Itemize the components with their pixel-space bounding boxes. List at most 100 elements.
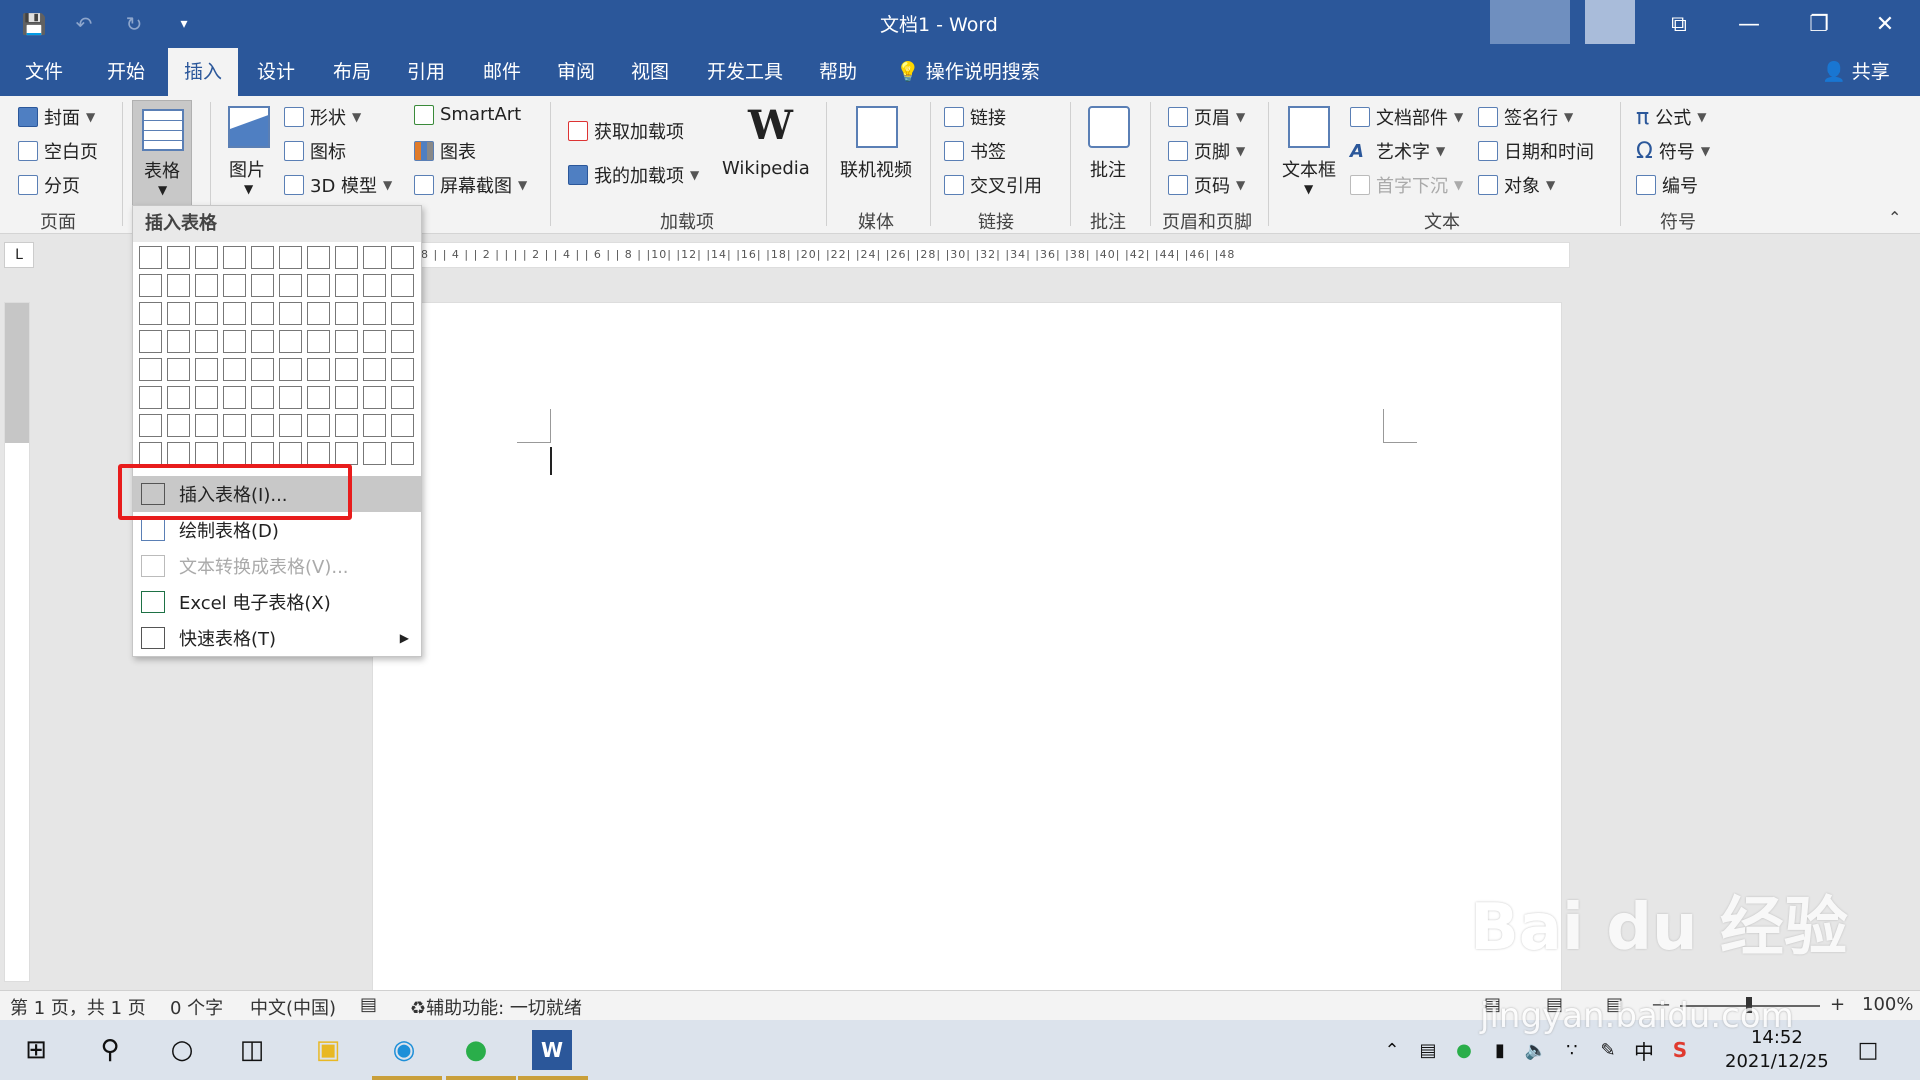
table-grid-cell[interactable] [335,358,358,381]
menu-item-quick-tables[interactable]: 快速表格(T) ▶ [133,620,421,656]
table-grid-cell[interactable] [363,442,386,465]
table-grid-cell[interactable] [167,302,190,325]
drop-cap-button[interactable]: 首字下沉 ▼ [1350,172,1463,198]
table-grid-cell[interactable] [167,274,190,297]
table-grid-cell[interactable] [363,274,386,297]
date-time-button[interactable]: 日期和时间 [1478,138,1594,164]
tab-mailings[interactable]: 邮件 [472,48,532,96]
header-button[interactable]: 页眉 ▼ [1168,104,1245,130]
table-grid-cell[interactable] [335,386,358,409]
task-view-icon[interactable]: ◫ [232,1030,272,1070]
vertical-ruler[interactable] [4,302,30,982]
tab-developer[interactable]: 开发工具 [700,48,790,96]
macro-icon[interactable]: ▤ [360,994,377,1015]
equation-button[interactable]: π 公式 ▼ [1636,104,1706,130]
word-taskbar-icon[interactable]: W [532,1030,572,1070]
table-grid-cell[interactable] [335,442,358,465]
table-grid-cell[interactable] [167,442,190,465]
get-addins-button[interactable]: 获取加载项 [568,118,684,144]
footer-button[interactable]: 页脚 ▼ [1168,138,1245,164]
3d-model-button[interactable]: 3D 模型 ▼ [284,172,392,198]
show-hidden-icons[interactable]: ⌃ [1372,1030,1412,1070]
table-grid-cell[interactable] [195,246,218,269]
tab-view[interactable]: 视图 [620,48,680,96]
ime-indicator[interactable]: 中 [1624,1030,1664,1070]
undo-icon[interactable]: ↶ [68,8,100,40]
table-grid-cell[interactable] [391,330,414,353]
accessibility-status[interactable]: ♻辅助功能: 一切就绪 [410,994,582,1020]
zoom-in-icon[interactable]: + [1830,994,1845,1015]
table-grid-cell[interactable] [167,330,190,353]
table-grid-cell[interactable] [335,274,358,297]
table-grid-cell[interactable] [251,330,274,353]
symbol-button[interactable]: Ω 符号 ▼ [1636,138,1710,164]
table-grid-cell[interactable] [307,442,330,465]
table-grid-cell[interactable] [307,414,330,437]
table-grid-cell[interactable] [195,386,218,409]
table-grid-cell[interactable] [363,246,386,269]
tab-insert[interactable]: 插入 [168,48,238,96]
my-addins-button[interactable]: 我的加载项 ▼ [568,162,699,188]
table-grid-cell[interactable] [279,414,302,437]
close-button[interactable]: ✕ [1850,0,1920,48]
table-grid-cell[interactable] [307,386,330,409]
online-video-button[interactable]: 联机视频 [836,104,916,204]
table-grid-cell[interactable] [391,414,414,437]
table-grid-cell[interactable] [195,414,218,437]
numbering-button[interactable]: 编号 [1636,172,1698,198]
tab-selector[interactable]: L [4,242,34,268]
redo-icon[interactable]: ↻ [118,8,150,40]
tab-layout[interactable]: 布局 [322,48,382,96]
table-grid-cell[interactable] [223,386,246,409]
table-grid-cell[interactable] [391,386,414,409]
table-grid-cell[interactable] [251,386,274,409]
table-grid-cell[interactable] [363,330,386,353]
page-break-button[interactable]: 分页 [18,172,80,198]
table-grid-cell[interactable] [335,330,358,353]
minimize-button[interactable]: — [1714,0,1784,48]
table-size-grid[interactable] [139,246,414,465]
page-number-button[interactable]: 页码 ▼ [1168,172,1245,198]
table-grid-cell[interactable] [139,386,162,409]
zoom-level[interactable]: 100% [1862,994,1913,1015]
wifi-icon[interactable]: ∵ [1552,1030,1592,1070]
table-grid-cell[interactable] [139,274,162,297]
table-grid-cell[interactable] [363,358,386,381]
wechat-icon[interactable]: ● [456,1030,496,1070]
table-grid-cell[interactable] [139,442,162,465]
table-grid-cell[interactable] [251,442,274,465]
table-grid-cell[interactable] [195,274,218,297]
table-grid-cell[interactable] [391,302,414,325]
table-grid-cell[interactable] [139,330,162,353]
sogou-ime-icon[interactable]: S [1660,1030,1700,1070]
table-grid-cell[interactable] [279,386,302,409]
tab-design[interactable]: 设计 [246,48,306,96]
table-grid-cell[interactable] [251,302,274,325]
table-grid-cell[interactable] [391,442,414,465]
table-grid-cell[interactable] [251,414,274,437]
smartart-button[interactable]: SmartArt [414,104,521,125]
table-grid-cell[interactable] [279,302,302,325]
document-page[interactable] [372,302,1562,992]
table-grid-cell[interactable] [307,274,330,297]
table-grid-cell[interactable] [139,302,162,325]
ribbon-display-options-icon[interactable]: ⧉ [1644,0,1714,48]
edge-icon[interactable]: ◉ [384,1030,424,1070]
pen-icon[interactable]: ✎ [1588,1030,1628,1070]
restore-button[interactable]: ❐ [1784,0,1854,48]
table-grid-cell[interactable] [139,246,162,269]
table-grid-cell[interactable] [223,414,246,437]
table-grid-cell[interactable] [363,302,386,325]
object-button[interactable]: 对象 ▼ [1478,172,1555,198]
table-grid-cell[interactable] [335,246,358,269]
table-grid-cell[interactable] [279,358,302,381]
blank-page-button[interactable]: 空白页 [18,138,98,164]
table-grid-cell[interactable] [279,246,302,269]
menu-item-excel-spreadsheet[interactable]: Excel 电子表格(X) [133,584,421,620]
icons-button[interactable]: 图标 [284,138,346,164]
tab-home[interactable]: 开始 [96,48,156,96]
tab-file[interactable]: 文件 [14,48,74,96]
save-icon[interactable]: 💾 [18,8,50,40]
table-grid-cell[interactable] [167,386,190,409]
shapes-button[interactable]: 形状 ▼ [284,104,361,130]
